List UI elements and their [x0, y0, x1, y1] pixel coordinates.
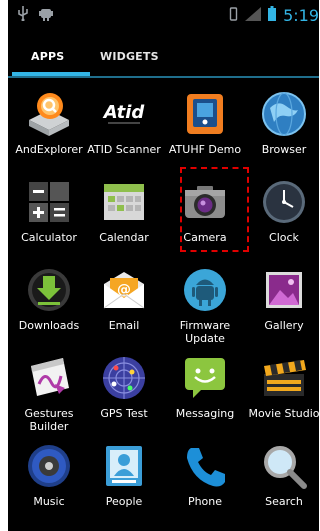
system-icons: 5:19 [229, 6, 319, 25]
status-bar: 5:19 [8, 0, 319, 36]
app-movie-studio[interactable]: Movie Studio [242, 354, 319, 420]
app-calculator[interactable]: Calculator [8, 178, 91, 244]
app-label: Search [265, 495, 303, 508]
battery-icon [268, 6, 277, 25]
app-phone[interactable]: Phone [163, 442, 247, 508]
app-label: AndExplorer [15, 143, 83, 156]
app-label: Music [33, 495, 65, 508]
app-label: Calendar [99, 231, 149, 244]
atid-scanner-icon: Atid [100, 90, 148, 138]
app-label: Downloads [18, 319, 80, 332]
camera-highlight-box [180, 167, 249, 252]
andexplorer-icon [25, 90, 73, 138]
app-label: Clock [269, 231, 299, 244]
app-label: GPS Test [100, 407, 148, 420]
app-email[interactable]: @ Email [82, 266, 166, 332]
app-label: Email [108, 319, 140, 332]
movie-studio-icon [260, 354, 308, 402]
app-music[interactable]: Music [8, 442, 91, 508]
atuhf-demo-icon [181, 90, 229, 138]
app-atuhf-demo[interactable]: ATUHF Demo [163, 90, 247, 156]
tab-apps[interactable]: APPS [31, 50, 64, 63]
tab-widgets[interactable]: WIDGETS [100, 50, 159, 63]
gps-test-icon [100, 354, 148, 402]
app-label: Phone [187, 495, 223, 508]
notification-icons [17, 6, 53, 24]
people-icon [100, 442, 148, 490]
tab-bar: APPS WIDGETS [8, 42, 319, 78]
app-label: People [105, 495, 143, 508]
app-gestures-builder[interactable]: Gestures Builder [8, 354, 91, 433]
app-label: ATUHF Demo [168, 143, 242, 156]
messaging-icon [181, 354, 229, 402]
tab-divider [8, 76, 319, 78]
app-label: Gallery [264, 319, 304, 332]
vibrate-icon [229, 6, 238, 25]
android-debug-icon [39, 6, 53, 24]
music-icon [25, 442, 73, 490]
usb-icon [17, 6, 29, 24]
downloads-icon [25, 266, 73, 314]
firmware-update-icon [181, 266, 229, 314]
app-firmware-update[interactable]: Firmware Update [163, 266, 247, 345]
phone-icon [181, 442, 229, 490]
signal-icon [245, 6, 262, 25]
app-andexplorer[interactable]: AndExplorer [8, 90, 91, 156]
clock-icon [260, 178, 308, 226]
app-browser[interactable]: Browser [242, 90, 319, 156]
app-messaging[interactable]: Messaging [163, 354, 247, 420]
app-label: Calculator [21, 231, 77, 244]
app-gps-test[interactable]: GPS Test [82, 354, 166, 420]
device-screen: 5:19 APPS WIDGETS AndExplorer Atid ATID … [8, 0, 319, 531]
app-label: Browser [261, 143, 307, 156]
app-gallery[interactable]: Gallery [242, 266, 319, 332]
clock-time: 5:19 [283, 5, 319, 25]
app-label: Messaging [175, 407, 235, 420]
app-label: Movie Studio [248, 407, 319, 420]
calculator-icon [25, 178, 73, 226]
app-label: ATID Scanner [87, 143, 161, 156]
app-label: Gestures Builder [24, 407, 74, 433]
email-icon: @ [100, 266, 148, 314]
app-search[interactable]: Search [242, 442, 319, 508]
search-icon [260, 442, 308, 490]
gallery-icon [260, 266, 308, 314]
gestures-builder-icon [25, 354, 73, 402]
calendar-icon [100, 178, 148, 226]
app-people[interactable]: People [82, 442, 166, 508]
app-calendar[interactable]: Calendar [82, 178, 166, 244]
app-atid-scanner[interactable]: Atid ATID Scanner [82, 90, 166, 156]
app-label: Firmware Update [179, 319, 231, 345]
app-downloads[interactable]: Downloads [8, 266, 91, 332]
browser-icon [260, 90, 308, 138]
svg-text:Atid: Atid [102, 102, 146, 123]
app-clock[interactable]: Clock [242, 178, 319, 244]
